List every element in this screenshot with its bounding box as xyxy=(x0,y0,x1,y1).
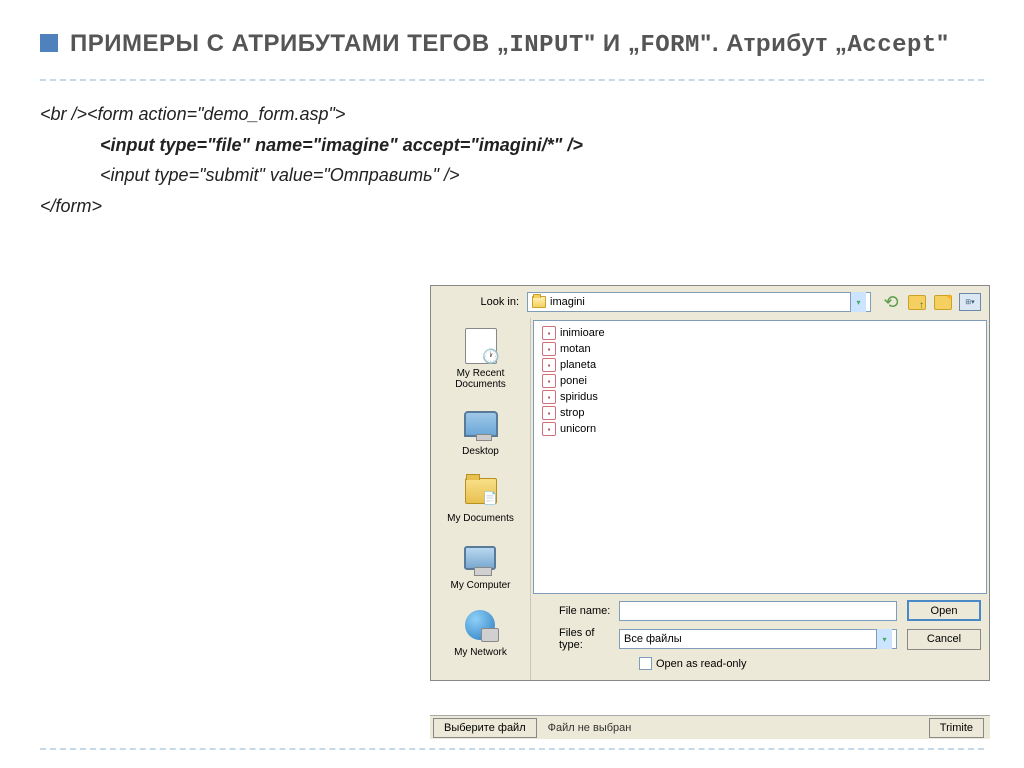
title-code-2: FORM xyxy=(640,32,700,59)
cancel-button[interactable]: Cancel xyxy=(907,629,981,650)
sidebar-computer[interactable]: My Computer xyxy=(450,538,510,591)
readonly-label: Open as read-only xyxy=(656,658,747,670)
filename-input[interactable] xyxy=(619,601,897,621)
sidebar-desktop[interactable]: Desktop xyxy=(461,404,501,457)
title-code-1: INPUT xyxy=(509,32,584,59)
code-line-2: <input type="file" name="imagine" accept… xyxy=(40,130,984,161)
file-name: inimioare xyxy=(560,327,605,339)
image-file-icon: ▪ xyxy=(542,358,556,372)
footer-divider xyxy=(40,748,984,750)
image-file-icon: ▪ xyxy=(542,342,556,356)
filetype-combo[interactable]: Все файлы ▾ xyxy=(619,629,897,649)
file-item[interactable]: ▪ unicorn xyxy=(542,421,978,437)
sidebar-desktop-label: Desktop xyxy=(462,446,499,457)
file-name: spiridus xyxy=(560,391,598,403)
file-name: strop xyxy=(560,407,584,419)
up-folder-icon[interactable] xyxy=(908,295,926,310)
file-name: motan xyxy=(560,343,591,355)
file-name: ponei xyxy=(560,375,587,387)
sidebar-recent[interactable]: My Recent Documents xyxy=(431,326,530,390)
desktop-icon xyxy=(464,411,498,437)
file-name: planeta xyxy=(560,359,596,371)
title-code-3: Accept xyxy=(847,32,936,59)
file-item[interactable]: ▪ planeta xyxy=(542,357,978,373)
lookin-label: Look in: xyxy=(439,296,527,308)
title-text-2: " И „ xyxy=(584,30,640,57)
recent-docs-icon xyxy=(465,328,497,364)
chevron-down-icon[interactable]: ▾ xyxy=(850,292,866,312)
sidebar-documents-label: My Documents xyxy=(447,513,514,524)
chevron-down-icon[interactable]: ▾ xyxy=(876,629,892,649)
title-text-1: ПРИМЕРЫ С АТРИБУТАМИ ТЕГОВ „ xyxy=(70,30,509,57)
readonly-checkbox[interactable] xyxy=(639,657,652,670)
file-item[interactable]: ▪ ponei xyxy=(542,373,978,389)
code-line-1: <br /><form action="demo_form.asp"> xyxy=(40,99,984,130)
new-folder-icon[interactable] xyxy=(934,295,952,310)
image-file-icon: ▪ xyxy=(542,326,556,340)
divider xyxy=(40,79,984,81)
file-item[interactable]: ▪ motan xyxy=(542,341,978,357)
title-text-4: " xyxy=(937,30,949,57)
submit-button[interactable]: Trimite xyxy=(929,718,984,738)
view-mode-icon[interactable]: ⊞▾ xyxy=(959,293,981,311)
computer-icon xyxy=(464,546,496,570)
image-file-icon: ▪ xyxy=(542,422,556,436)
sidebar-network-label: My Network xyxy=(454,647,507,658)
image-file-icon: ▪ xyxy=(542,374,556,388)
sidebar-recent-label: My Recent Documents xyxy=(431,368,530,390)
lookin-value: imagini xyxy=(550,296,585,308)
file-item[interactable]: ▪ inimioare xyxy=(542,325,978,341)
file-list-area[interactable]: ▪inimioare▪motan▪planeta▪ponei▪spiridus▪… xyxy=(533,320,987,594)
title-bullet xyxy=(40,34,58,52)
title-text-3: ". Атрибут „ xyxy=(700,30,847,57)
places-sidebar: My Recent Documents Desktop My Documents… xyxy=(431,318,531,680)
documents-icon xyxy=(465,478,497,504)
code-line-4: </form> xyxy=(40,191,984,222)
sidebar-documents[interactable]: My Documents xyxy=(447,471,514,524)
back-icon[interactable]: ⟲ xyxy=(881,292,901,312)
image-file-icon: ▪ xyxy=(542,406,556,420)
image-file-icon: ▪ xyxy=(542,390,556,404)
form-status-row: Выберите файл Файл не выбран Trimite xyxy=(430,715,990,739)
filename-label: File name: xyxy=(539,605,619,617)
folder-icon xyxy=(532,296,546,308)
choose-file-button[interactable]: Выберите файл xyxy=(433,718,537,738)
code-line-3: <input type="submit" value="Отправить" /… xyxy=(40,160,984,191)
slide-title: ПРИМЕРЫ С АТРИБУТАМИ ТЕГОВ „INPUT" И „FO… xyxy=(70,28,949,61)
open-button[interactable]: Open xyxy=(907,600,981,621)
file-item[interactable]: ▪ spiridus xyxy=(542,389,978,405)
file-item[interactable]: ▪ strop xyxy=(542,405,978,421)
filetype-value: Все файлы xyxy=(624,633,682,645)
file-open-dialog: Look in: imagini ▾ ⟲ ⊞▾ My Recent Docume… xyxy=(430,285,990,681)
network-icon xyxy=(465,610,495,640)
file-name: unicorn xyxy=(560,423,596,435)
sidebar-network[interactable]: My Network xyxy=(454,605,507,658)
no-file-text: Файл не выбран xyxy=(540,722,640,734)
lookin-combo[interactable]: imagini ▾ xyxy=(527,292,871,312)
code-example: <br /><form action="demo_form.asp"> <inp… xyxy=(40,99,984,221)
filetype-label: Files of type: xyxy=(539,627,619,651)
sidebar-computer-label: My Computer xyxy=(450,580,510,591)
